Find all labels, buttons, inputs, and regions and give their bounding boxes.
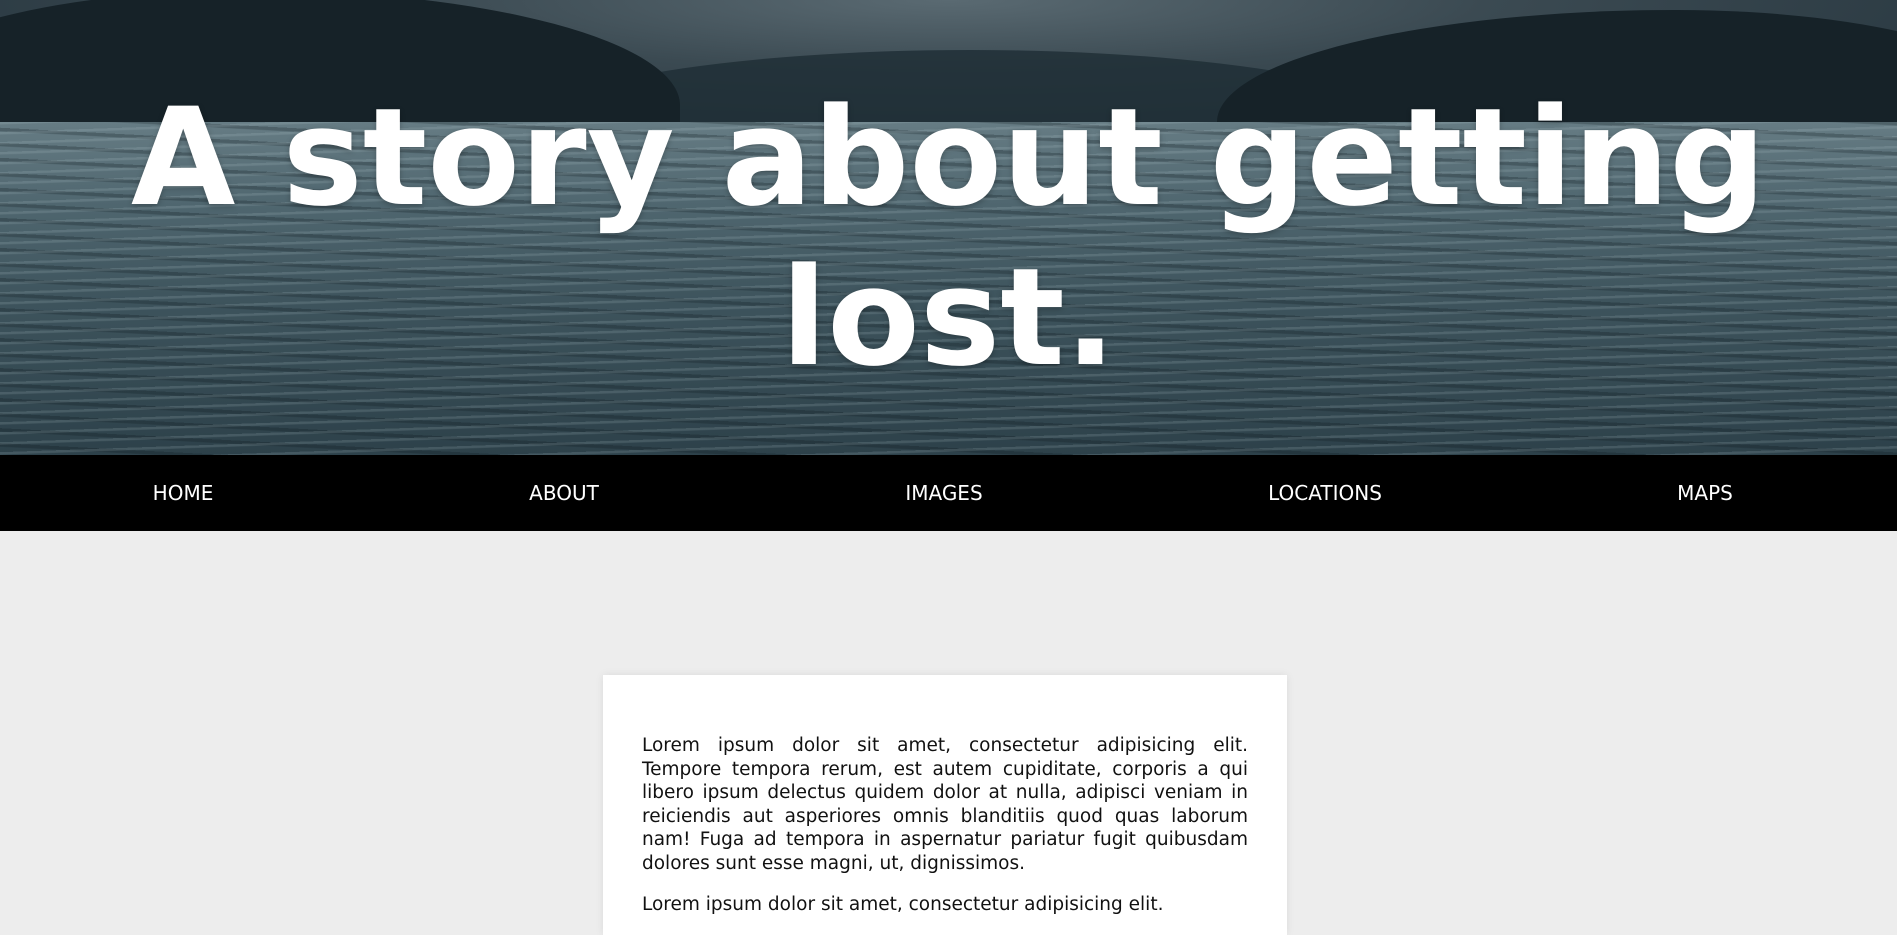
content-card: Lorem ipsum dolor sit amet, consectetur … xyxy=(603,675,1287,935)
page-title: A story about getting lost. xyxy=(130,79,1767,396)
story-paragraph-1: Lorem ipsum dolor sit amet, consectetur … xyxy=(642,735,1248,874)
main-navigation: HOME ABOUT IMAGES LOCATIONS MAPS xyxy=(0,455,1897,531)
hero-banner: A story about getting lost. xyxy=(0,0,1897,455)
story-paragraph-2: Lorem ipsum dolor sit amet, consectetur … xyxy=(642,893,1164,915)
nav-item-about[interactable]: ABOUT xyxy=(464,455,664,531)
nav-item-images[interactable]: IMAGES xyxy=(844,455,1044,531)
nav-item-home[interactable]: HOME xyxy=(83,455,283,531)
nav-item-locations[interactable]: LOCATIONS xyxy=(1225,455,1425,531)
nav-item-maps[interactable]: MAPS xyxy=(1605,455,1805,531)
